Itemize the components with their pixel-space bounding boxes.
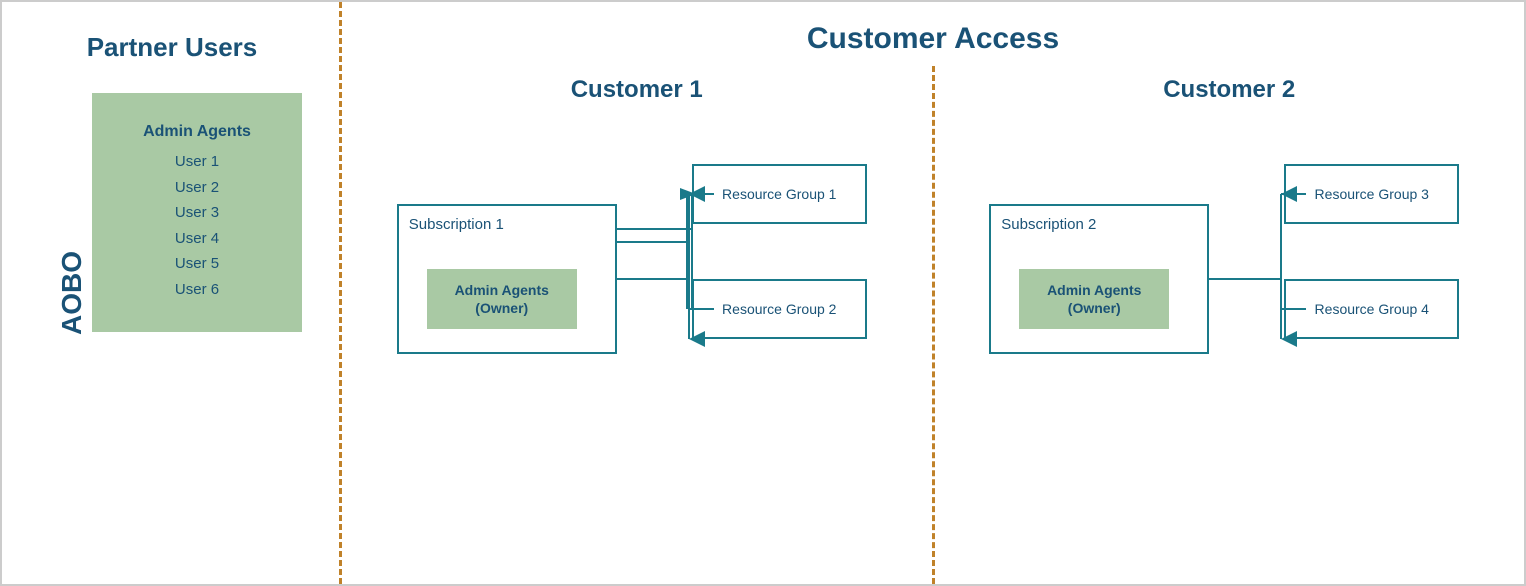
resource-group-4-box: Resource Group 4 [1284,279,1459,339]
admin-agents-title: Admin Agents [132,123,262,141]
resource-group-3-box: Resource Group 3 [1284,164,1459,224]
list-item: User 6 [132,277,262,303]
customer-2-section: Customer 2 Subscription 2 Admin Agents(O… [935,66,1525,584]
customer-1-section: Customer 1 Subscription 1 Admin Agents(O… [342,66,932,584]
aobo-label: AOBO [56,251,88,335]
resource-group-1-box: Resource Group 1 [692,164,867,224]
partner-panel: Partner Users AOBO Admin Agents User 1 U… [2,2,342,584]
resource-group-2-box: Resource Group 2 [692,279,867,339]
list-item: User 5 [132,251,262,277]
admin-owner-1-box: Admin Agents(Owner) [427,269,577,329]
admin-owner-2-box: Admin Agents(Owner) [1019,269,1169,329]
list-item: User 2 [132,175,262,201]
customer-access-title: Customer Access [342,2,1524,66]
list-item: User 1 [132,149,262,175]
partner-users-title: Partner Users [87,32,258,63]
main-container: Partner Users AOBO Admin Agents User 1 U… [0,0,1526,586]
list-item: User 3 [132,200,262,226]
customer-1-title: Customer 1 [571,76,703,104]
user-list: User 1 User 2 User 3 User 4 User 5 User … [132,149,262,302]
customer-2-title: Customer 2 [1163,76,1295,104]
admin-agents-box: Admin Agents User 1 User 2 User 3 User 4… [92,93,302,332]
list-item: User 4 [132,226,262,252]
customer-access-panel: Customer Access Customer 1 Subscription … [342,2,1524,584]
customers-row: Customer 1 Subscription 1 Admin Agents(O… [342,66,1524,584]
